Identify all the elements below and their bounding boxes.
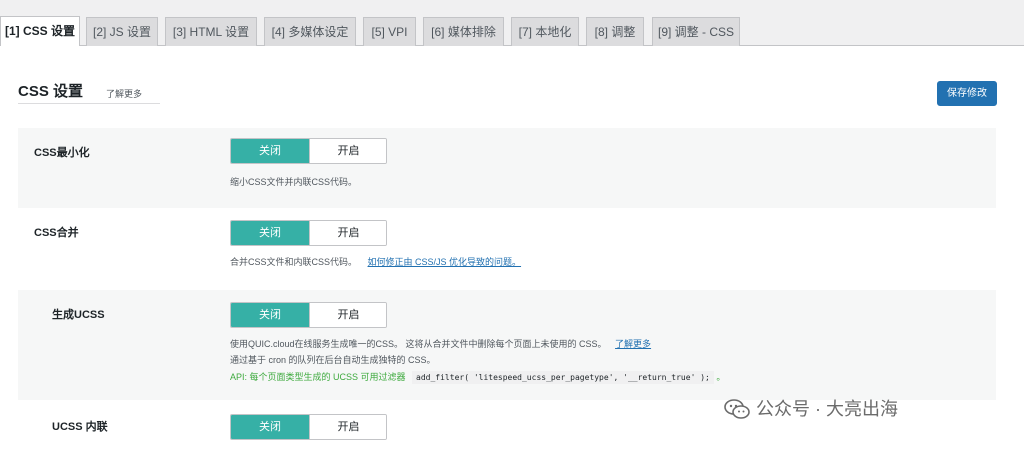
toggle-on-option[interactable]: 开启 [309,415,386,439]
toggle-off-option[interactable]: 关闭 [231,139,309,163]
watermark-text: 公众号 · 大亮出海 [756,399,898,419]
toggle-off-option[interactable]: 关闭 [231,303,309,327]
setting-label: CSS合并 [34,227,79,239]
section-title: CSS 设置 [18,83,84,100]
save-changes-button[interactable]: 保存修改 [937,81,997,106]
tab-media-settings[interactable]: [4] 多媒体设定 [264,17,356,46]
setting-description-cron: 通过基于 cron 的队列在后台自动生成独特的 CSS。 [230,355,436,365]
css-minify-toggle: 关闭 开启 [230,138,387,164]
tab-html-settings[interactable]: [3] HTML 设置 [165,17,257,46]
tab-tuning[interactable]: [8] 调整 [586,17,644,46]
api-suffix: 。 [716,372,726,382]
api-filter-note: API: 每个页面类型生成的 UCSS 可用过滤器 add_filter( 'l… [230,371,725,384]
toggle-on-option[interactable]: 开启 [309,303,386,327]
ucss-inline-toggle: 关闭 开启 [230,414,387,440]
api-prefix: API: 每个页面类型生成的 UCSS 可用过滤器 [230,372,406,382]
toggle-on-option[interactable]: 开启 [309,139,386,163]
tab-vpi[interactable]: [5] VPI [363,17,416,46]
setting-row-css-combine: CSS合并 关闭 开启 合并CSS文件和内联CSS代码。 如何修正由 CSS/J… [18,208,996,290]
toggle-off-option[interactable]: 关闭 [231,415,309,439]
setting-description: 合并CSS文件和内联CSS代码。 如何修正由 CSS/JS 优化导致的问题。 [230,256,521,269]
tab-localization[interactable]: [7] 本地化 [511,17,579,46]
setting-label: CSS最小化 [34,147,90,159]
toggle-off-option[interactable]: 关闭 [231,221,309,245]
api-code-snippet: add_filter( 'litespeed_ucss_per_pagetype… [412,371,714,384]
learn-more-link[interactable]: 了解更多 [106,88,142,100]
setting-row-css-minify: CSS最小化 关闭 开启 缩小CSS文件并内联CSS代码。 [18,128,996,208]
css-js-fix-link[interactable]: 如何修正由 CSS/JS 优化导致的问题。 [368,257,522,267]
ucss-learn-more-link[interactable]: 了解更多 [615,339,651,349]
tab-js-settings[interactable]: [2] JS 设置 [86,17,158,46]
setting-description: 缩小CSS文件并内联CSS代码。 [230,177,358,187]
setting-row-generate-ucss: 生成UCSS 关闭 开启 使用QUIC.cloud在线服务生成唯一的CSS。 这… [18,290,996,400]
tab-media-excludes[interactable]: [6] 媒体排除 [423,17,504,46]
generate-ucss-toggle: 关闭 开启 [230,302,387,328]
tab-tuning-css[interactable]: [9] 调整 - CSS [652,17,740,46]
setting-label: 生成UCSS [52,309,105,321]
tab-css-settings[interactable]: [1] CSS 设置 [0,16,80,47]
setting-description: 使用QUIC.cloud在线服务生成唯一的CSS。 这将从合并文件中删除每个页面… [230,338,651,351]
section-header: CSS 设置 了解更多 [18,82,160,104]
description-text: 使用QUIC.cloud在线服务生成唯一的CSS。 这将从合并文件中删除每个页面… [230,339,607,349]
settings-tabs: [1] CSS 设置 [2] JS 设置 [3] HTML 设置 [4] 多媒体… [0,0,1024,47]
wechat-icon [724,399,750,419]
css-combine-toggle: 关闭 开启 [230,220,387,246]
settings-panel: CSS 设置 了解更多 保存修改 CSS最小化 关闭 开启 缩小CSS文件并内联… [0,46,1024,452]
description-text: 合并CSS文件和内联CSS代码。 [230,257,358,267]
setting-label: UCSS 内联 [52,421,108,433]
toggle-on-option[interactable]: 开启 [309,221,386,245]
